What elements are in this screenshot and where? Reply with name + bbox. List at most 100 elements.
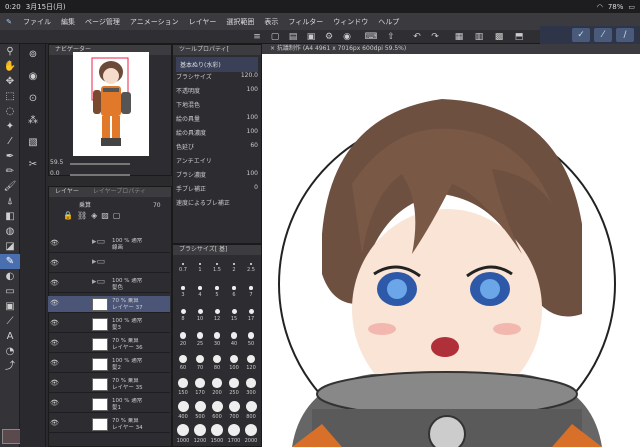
subtool-texture-icon[interactable]: ▧: [20, 132, 46, 154]
visibility-icon[interactable]: 👁: [50, 320, 59, 327]
layer-row[interactable]: 👁 ▸▭: [48, 256, 170, 273]
property-row[interactable]: 不透明度 100: [176, 86, 260, 97]
brush-size-cell[interactable]: 30: [209, 332, 225, 354]
export-icon[interactable]: ⬒: [512, 31, 526, 43]
property-row[interactable]: 絵の具量 100: [176, 114, 260, 125]
brush-size-cell[interactable]: 1: [192, 263, 208, 285]
move-tool-icon[interactable]: ✥: [0, 74, 20, 89]
brush-size-cell[interactable]: 0.7: [175, 263, 191, 285]
subtool-clip-icon[interactable]: ✂: [20, 154, 46, 176]
brush-size-cell[interactable]: 2: [226, 263, 242, 285]
clip-icon[interactable]: ⛓: [77, 211, 87, 221]
brush-size-cell[interactable]: 250: [226, 378, 242, 400]
tab-layer[interactable]: レイヤー: [55, 188, 79, 195]
brush-size-cell[interactable]: 120: [243, 355, 259, 377]
menu-icon[interactable]: ≡: [250, 31, 264, 43]
menu-window[interactable]: ウィンドウ: [328, 17, 373, 27]
layer-row[interactable]: 👁 100 % 通常 髪3: [48, 316, 170, 333]
lock-icon[interactable]: 🔒: [63, 211, 73, 221]
visibility-icon[interactable]: 👁: [50, 380, 59, 387]
visibility-icon[interactable]: 👁: [50, 400, 59, 407]
undo-icon[interactable]: ↶: [410, 31, 424, 43]
navigator-angle-row[interactable]: 0.0: [50, 170, 170, 180]
shortcut-icon[interactable]: ⌨: [364, 31, 378, 43]
transform-icon[interactable]: ▦: [452, 31, 466, 43]
brush-size-cell[interactable]: 170: [192, 378, 208, 400]
frame-tool-icon[interactable]: ▣: [0, 299, 20, 314]
pen-preset-icon[interactable]: ⁄: [594, 28, 612, 42]
lasso-tool-icon[interactable]: ◌: [0, 104, 20, 119]
brush-size-cell[interactable]: 6: [226, 286, 242, 308]
reference-icon[interactable]: ◈: [91, 211, 97, 221]
navigator-preview[interactable]: [73, 52, 149, 156]
visibility-icon[interactable]: 👁: [50, 340, 59, 347]
brush-size-cell[interactable]: 400: [175, 401, 191, 423]
menu-file[interactable]: ファイル: [18, 17, 56, 27]
redo-icon[interactable]: ↷: [428, 31, 442, 43]
canvas-tab[interactable]: × 抗議制作 (A4 4961 x 7016px 600dpi 59.5%): [262, 44, 640, 54]
brush-size-cell[interactable]: 1.5: [209, 263, 225, 285]
brush-size-cell[interactable]: 2000: [243, 424, 259, 446]
menu-layer[interactable]: レイヤー: [184, 17, 222, 27]
layer-row[interactable]: 👁 ▸▭ 100 % 通常 線画: [48, 236, 170, 253]
layer-row[interactable]: 👁 100 % 通常 髪1: [48, 396, 170, 413]
brush-size-cell[interactable]: 10: [192, 309, 208, 331]
settings-icon[interactable]: ⚙: [322, 31, 336, 43]
menu-filter[interactable]: フィルター: [283, 17, 328, 27]
visibility-icon[interactable]: 👁: [50, 280, 59, 287]
menu-selection[interactable]: 選択範囲: [221, 17, 259, 27]
property-row[interactable]: アンチエイリ: [176, 156, 260, 167]
grid-icon[interactable]: ▩: [492, 31, 506, 43]
visibility-icon[interactable]: 👁: [50, 260, 59, 267]
eyedropper-tool-icon[interactable]: ⁄: [0, 134, 20, 149]
brush-size-cell[interactable]: 17: [243, 309, 259, 331]
zoom-slider[interactable]: [70, 163, 130, 165]
layer-row[interactable]: 👁 70 % 乗算 レイヤー 36: [48, 336, 170, 353]
pen-preset-icon[interactable]: ✓: [572, 28, 590, 42]
property-row[interactable]: 色延び 60: [176, 142, 260, 153]
fill-icon[interactable]: ▥: [472, 31, 486, 43]
brush-size-cell[interactable]: 8: [175, 309, 191, 331]
layer-mode-row[interactable]: 乗算 70: [49, 197, 171, 209]
brush-size-cell[interactable]: 2.5: [243, 263, 259, 285]
color-swatch[interactable]: [2, 429, 22, 444]
brush-size-cell[interactable]: 15: [226, 309, 242, 331]
drawing-canvas[interactable]: [262, 54, 640, 447]
brush-size-cell[interactable]: 12: [209, 309, 225, 331]
brush-size-cell[interactable]: 25: [192, 332, 208, 354]
open-icon[interactable]: ▤: [286, 31, 300, 43]
brush-size-cell[interactable]: 80: [209, 355, 225, 377]
brush-size-cell[interactable]: 60: [175, 355, 191, 377]
angle-slider[interactable]: [70, 174, 130, 176]
visibility-icon[interactable]: 👁: [50, 300, 59, 307]
hand-tool-icon[interactable]: ✋: [0, 59, 20, 74]
modifier-icon[interactable]: ⇧: [384, 31, 398, 43]
visibility-icon[interactable]: 👁: [50, 420, 59, 427]
brush-size-cell[interactable]: 700: [226, 401, 242, 423]
menu-help[interactable]: ヘルプ: [373, 17, 404, 27]
tab-layer-property[interactable]: レイヤープロパティ: [93, 188, 146, 195]
pencil-tool-icon[interactable]: ✏: [0, 164, 20, 179]
menu-animation[interactable]: アニメーション: [125, 17, 184, 27]
pen-tool-icon[interactable]: ✒: [0, 149, 20, 164]
brush-size-cell[interactable]: 1200: [192, 424, 208, 446]
text-tool-icon[interactable]: A: [0, 329, 20, 344]
brush-size-cell[interactable]: 300: [243, 378, 259, 400]
brush-size-cell[interactable]: 50: [243, 332, 259, 354]
brush-size-cell[interactable]: 4: [192, 286, 208, 308]
balloon-tool-icon[interactable]: ◔: [0, 344, 20, 359]
subtool-blend-icon[interactable]: ⊙: [20, 88, 46, 110]
blend-tool-icon[interactable]: ◍: [0, 224, 20, 239]
menu-page[interactable]: ページ管理: [80, 17, 125, 27]
brush-size-cell[interactable]: 150: [175, 378, 191, 400]
app-logo-icon[interactable]: ✎: [0, 18, 18, 26]
brush-size-cell[interactable]: 800: [243, 401, 259, 423]
fill-tool-icon[interactable]: ◪: [0, 239, 20, 254]
blend-mode[interactable]: 乗算: [79, 202, 91, 209]
brush-size-cell[interactable]: 200: [209, 378, 225, 400]
brush-size-cell[interactable]: 5: [209, 286, 225, 308]
subtool-shading-icon[interactable]: ⁂: [20, 110, 46, 132]
layer-opacity[interactable]: 70: [153, 202, 161, 209]
layer-row[interactable]: 👁 70 % 乗算 レイヤー 34: [48, 416, 170, 433]
brush-size-cell[interactable]: 40: [226, 332, 242, 354]
